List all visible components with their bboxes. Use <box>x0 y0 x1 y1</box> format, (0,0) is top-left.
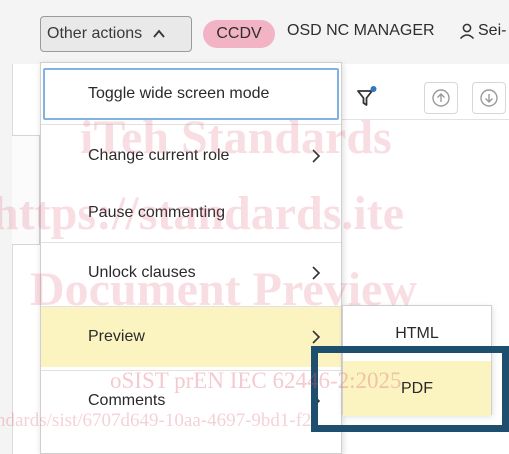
submenu-item-html[interactable]: HTML <box>343 306 491 361</box>
menu-item-label: Change current role <box>88 147 230 164</box>
menu-item-label: Preview <box>88 328 145 345</box>
menu-item-comments[interactable]: Comments <box>41 371 341 431</box>
chevron-right-icon <box>312 149 321 163</box>
menu-item-preview[interactable]: Preview <box>41 307 341 367</box>
chevron-right-icon <box>312 330 321 344</box>
user-icon <box>459 23 475 40</box>
stage-badge: CCDV <box>203 20 275 48</box>
other-actions-button[interactable]: Other actions <box>40 16 192 52</box>
side-panel-edge <box>12 135 40 245</box>
chevron-up-icon <box>152 27 166 41</box>
other-actions-label: Other actions <box>47 25 143 42</box>
menu-item-label: Toggle wide screen mode <box>88 85 270 102</box>
menu-item-pause-commenting[interactable]: Pause commenting <box>41 187 341 239</box>
chevron-right-icon <box>312 394 321 408</box>
menu-item-label: Unlock clauses <box>88 264 196 281</box>
scroll-up-button[interactable] <box>424 82 458 114</box>
other-actions-menu: Toggle wide screen mode Change current r… <box>40 62 342 454</box>
menu-item-change-current-role[interactable]: Change current role <box>41 125 341 187</box>
preview-submenu: HTML PDF <box>342 305 492 416</box>
scroll-down-button[interactable] <box>472 82 506 114</box>
arrow-up-circle-icon <box>432 89 450 107</box>
user-name: Sei- <box>478 22 507 39</box>
menu-item-unlock-clauses[interactable]: Unlock clauses <box>41 243 341 303</box>
chevron-right-icon <box>312 266 321 280</box>
menu-item-label: Pause commenting <box>88 204 225 221</box>
filter-icon[interactable] <box>354 84 380 110</box>
menu-item-label: Comments <box>88 392 166 409</box>
submenu-item-pdf[interactable]: PDF <box>343 361 491 416</box>
menu-item-toggle-wide-screen[interactable]: Toggle wide screen mode <box>43 68 339 120</box>
arrow-down-circle-icon <box>480 89 498 107</box>
current-role-label: OSD NC MANAGER <box>287 22 435 39</box>
user-menu[interactable]: Sei- <box>458 22 506 40</box>
